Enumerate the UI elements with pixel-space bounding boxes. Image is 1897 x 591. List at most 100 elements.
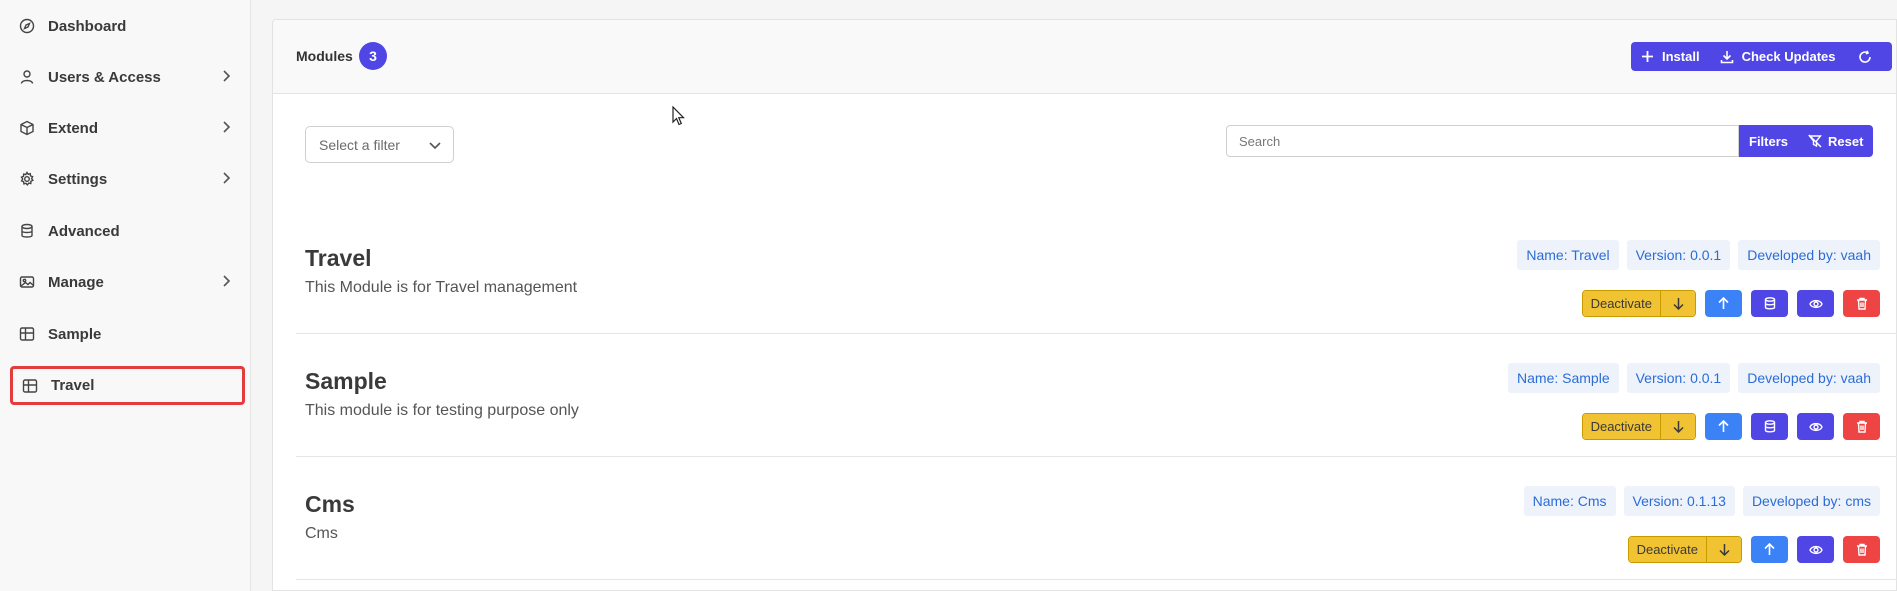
version-tag: Version: 0.0.1 — [1626, 240, 1731, 270]
module-name: Sample — [305, 368, 387, 394]
trash-icon — [1856, 420, 1867, 433]
module-description: Cms — [305, 525, 338, 542]
delete-button[interactable] — [1843, 413, 1880, 440]
gear-icon — [18, 170, 36, 188]
sidebar-item-sample[interactable]: Sample — [10, 316, 245, 352]
eye-icon — [1808, 299, 1823, 308]
deactivate-split-button: Deactivate — [1581, 290, 1696, 317]
deactivate-button[interactable]: Deactivate — [1628, 537, 1707, 562]
sidebar-item-dashboard[interactable]: Dashboard — [10, 8, 245, 44]
sidebar-item-extend[interactable]: Extend — [10, 110, 245, 146]
sidebar-item-settings[interactable]: Settings — [10, 161, 245, 197]
chevron-right-icon — [219, 120, 233, 134]
module-row-sample: Sample This module is for testing purpos… — [296, 334, 1897, 457]
eye-icon — [1808, 545, 1823, 554]
database-icon — [18, 222, 36, 240]
sidebar-item-label: Manage — [48, 273, 104, 291]
sidebar-item-travel[interactable]: Travel — [10, 366, 245, 405]
filters-label: Filters — [1749, 133, 1789, 149]
update-button[interactable] — [1705, 413, 1742, 440]
sidebar-item-label: Extend — [48, 119, 99, 137]
developer-tag: Developed by: vaah — [1738, 363, 1880, 393]
refresh-button[interactable] — [1846, 42, 1892, 71]
check-updates-label: Check Updates — [1741, 49, 1836, 64]
developer-tag: Developed by: vaah — [1738, 240, 1880, 270]
arrow-up-icon — [1718, 420, 1729, 432]
view-button[interactable] — [1797, 413, 1834, 440]
sidebar-item-label: Travel — [51, 377, 95, 394]
deactivate-menu-button[interactable] — [1661, 414, 1695, 439]
search-actions: Filters Reset — [1739, 125, 1874, 157]
sidebar-item-label: Sample — [48, 325, 102, 343]
view-button[interactable] — [1797, 536, 1834, 563]
database-button[interactable] — [1751, 413, 1788, 440]
update-button[interactable] — [1751, 536, 1788, 563]
refresh-icon — [1858, 49, 1871, 63]
sidebar-item-label: Settings — [48, 170, 108, 188]
install-button[interactable]: Install — [1631, 42, 1710, 71]
module-tags: Name: Sample Version: 0.0.1 Developed by… — [1508, 363, 1880, 393]
arrow-up-icon — [1764, 543, 1775, 555]
view-button[interactable] — [1797, 290, 1834, 317]
deactivate-button[interactable]: Deactivate — [1582, 414, 1661, 439]
filter-select[interactable]: Select a filter — [305, 126, 454, 163]
chevron-right-icon — [219, 274, 233, 288]
delete-button[interactable] — [1843, 536, 1880, 563]
arrow-down-icon — [1718, 544, 1730, 556]
user-icon — [18, 68, 36, 86]
sidebar-item-advanced[interactable]: Advanced — [10, 213, 245, 249]
reset-button[interactable]: Reset — [1798, 125, 1873, 157]
sidebar-item-users-access[interactable]: Users & Access — [10, 59, 245, 95]
deactivate-menu-button[interactable] — [1707, 537, 1741, 562]
module-name: Cms — [305, 491, 355, 517]
chevron-right-icon — [219, 69, 233, 83]
database-icon — [1764, 420, 1775, 433]
image-icon — [18, 273, 36, 291]
compass-icon — [18, 17, 36, 35]
count-badge: 3 — [359, 42, 387, 70]
search-input[interactable] — [1226, 125, 1739, 157]
module-row-travel: Travel This Module is for Travel managem… — [296, 211, 1897, 334]
eye-icon — [1808, 422, 1823, 431]
sidebar-item-label: Dashboard — [48, 17, 127, 35]
sidebar-item-label: Users & Access — [48, 68, 161, 86]
deactivate-split-button: Deactivate — [1627, 536, 1742, 563]
filter-slash-icon — [1808, 134, 1822, 148]
page-title: Modules — [296, 48, 353, 64]
database-button[interactable] — [1751, 290, 1788, 317]
deactivate-button[interactable]: Deactivate — [1582, 291, 1661, 316]
module-tags: Name: Travel Version: 0.0.1 Developed by… — [1517, 240, 1880, 270]
module-row-cms: Cms Cms Name: Cms Version: 0.1.13 Develo… — [296, 457, 1897, 580]
download-icon — [1720, 50, 1733, 63]
install-label: Install — [1662, 49, 1700, 64]
panel-header: Modules 3 Install Check Updates — [273, 20, 1896, 94]
trash-icon — [1856, 543, 1867, 556]
filters-button[interactable]: Filters — [1739, 125, 1798, 157]
version-tag: Version: 0.1.13 — [1623, 486, 1735, 516]
mouse-cursor-icon — [672, 106, 685, 126]
delete-button[interactable] — [1843, 290, 1880, 317]
reset-label: Reset — [1828, 133, 1864, 149]
trash-icon — [1856, 297, 1867, 310]
plus-icon — [1642, 51, 1653, 62]
update-button[interactable] — [1705, 290, 1742, 317]
cube-icon — [18, 119, 36, 137]
sidebar-item-manage[interactable]: Manage — [10, 264, 245, 300]
deactivate-menu-button[interactable] — [1661, 291, 1695, 316]
module-actions: Deactivate — [1581, 290, 1880, 317]
deactivate-split-button: Deactivate — [1581, 413, 1696, 440]
arrow-down-icon — [1672, 298, 1684, 310]
filter-select-placeholder: Select a filter — [319, 136, 400, 153]
module-actions: Deactivate — [1581, 413, 1880, 440]
sidebar-item-label: Advanced — [48, 222, 120, 240]
check-updates-button[interactable]: Check Updates — [1710, 42, 1846, 71]
name-tag: Name: Travel — [1517, 240, 1619, 270]
module-description: This Module is for Travel management — [305, 279, 578, 296]
modules-panel: Modules 3 Install Check Updates Select a… — [272, 19, 1897, 591]
database-icon — [1764, 297, 1775, 310]
developer-tag: Developed by: cms — [1742, 486, 1880, 516]
chevron-down-icon — [417, 127, 453, 162]
chevron-right-icon — [219, 171, 233, 185]
module-actions: Deactivate — [1627, 536, 1880, 563]
name-tag: Name: Cms — [1523, 486, 1616, 516]
